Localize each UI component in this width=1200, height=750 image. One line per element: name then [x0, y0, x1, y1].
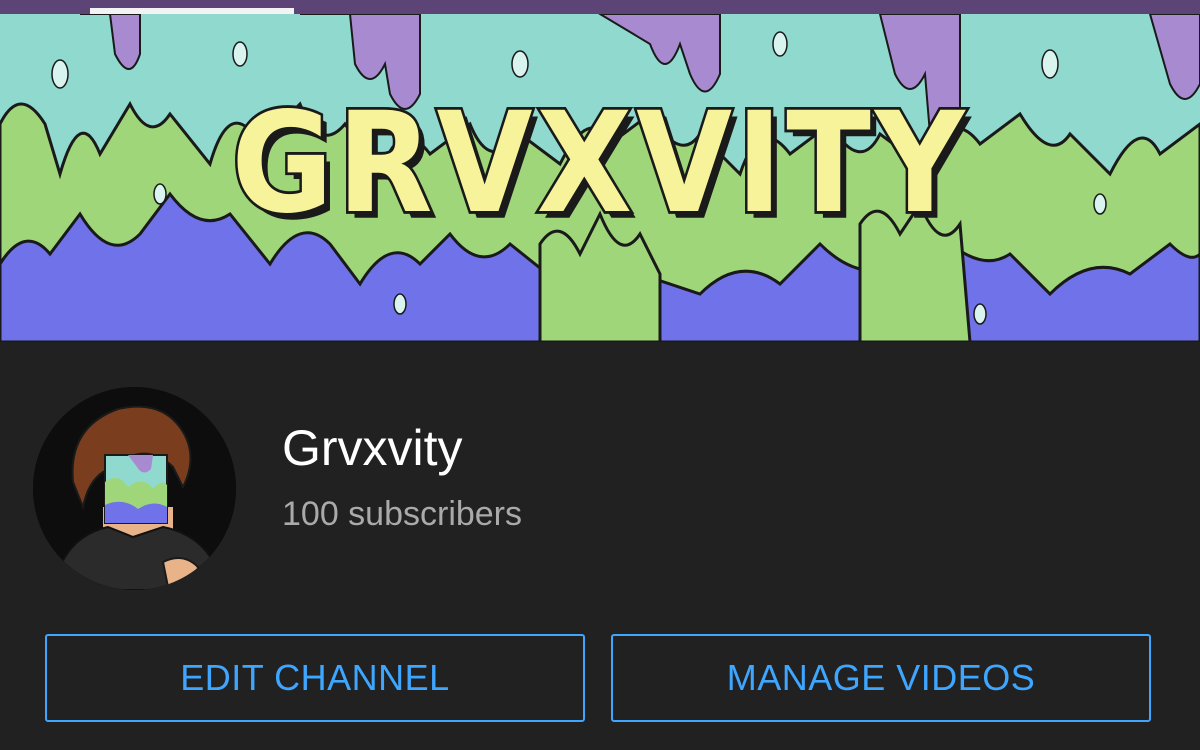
subscriber-count: 100 subscribers	[282, 495, 523, 533]
avatar[interactable]	[33, 387, 236, 590]
channel-page: GRVXVITY Grvxvity 100 subscribers EDIT C…	[0, 0, 1200, 750]
edit-channel-button[interactable]: EDIT CHANNEL	[45, 634, 585, 722]
manage-videos-button[interactable]: MANAGE VIDEOS	[611, 634, 1151, 722]
avatar-illustration	[33, 387, 236, 590]
channel-banner: GRVXVITY	[0, 14, 1200, 342]
channel-name: Grvxvity	[282, 420, 463, 476]
tab-strip	[0, 0, 1200, 14]
banner-title: GRVXVITY	[229, 83, 969, 245]
